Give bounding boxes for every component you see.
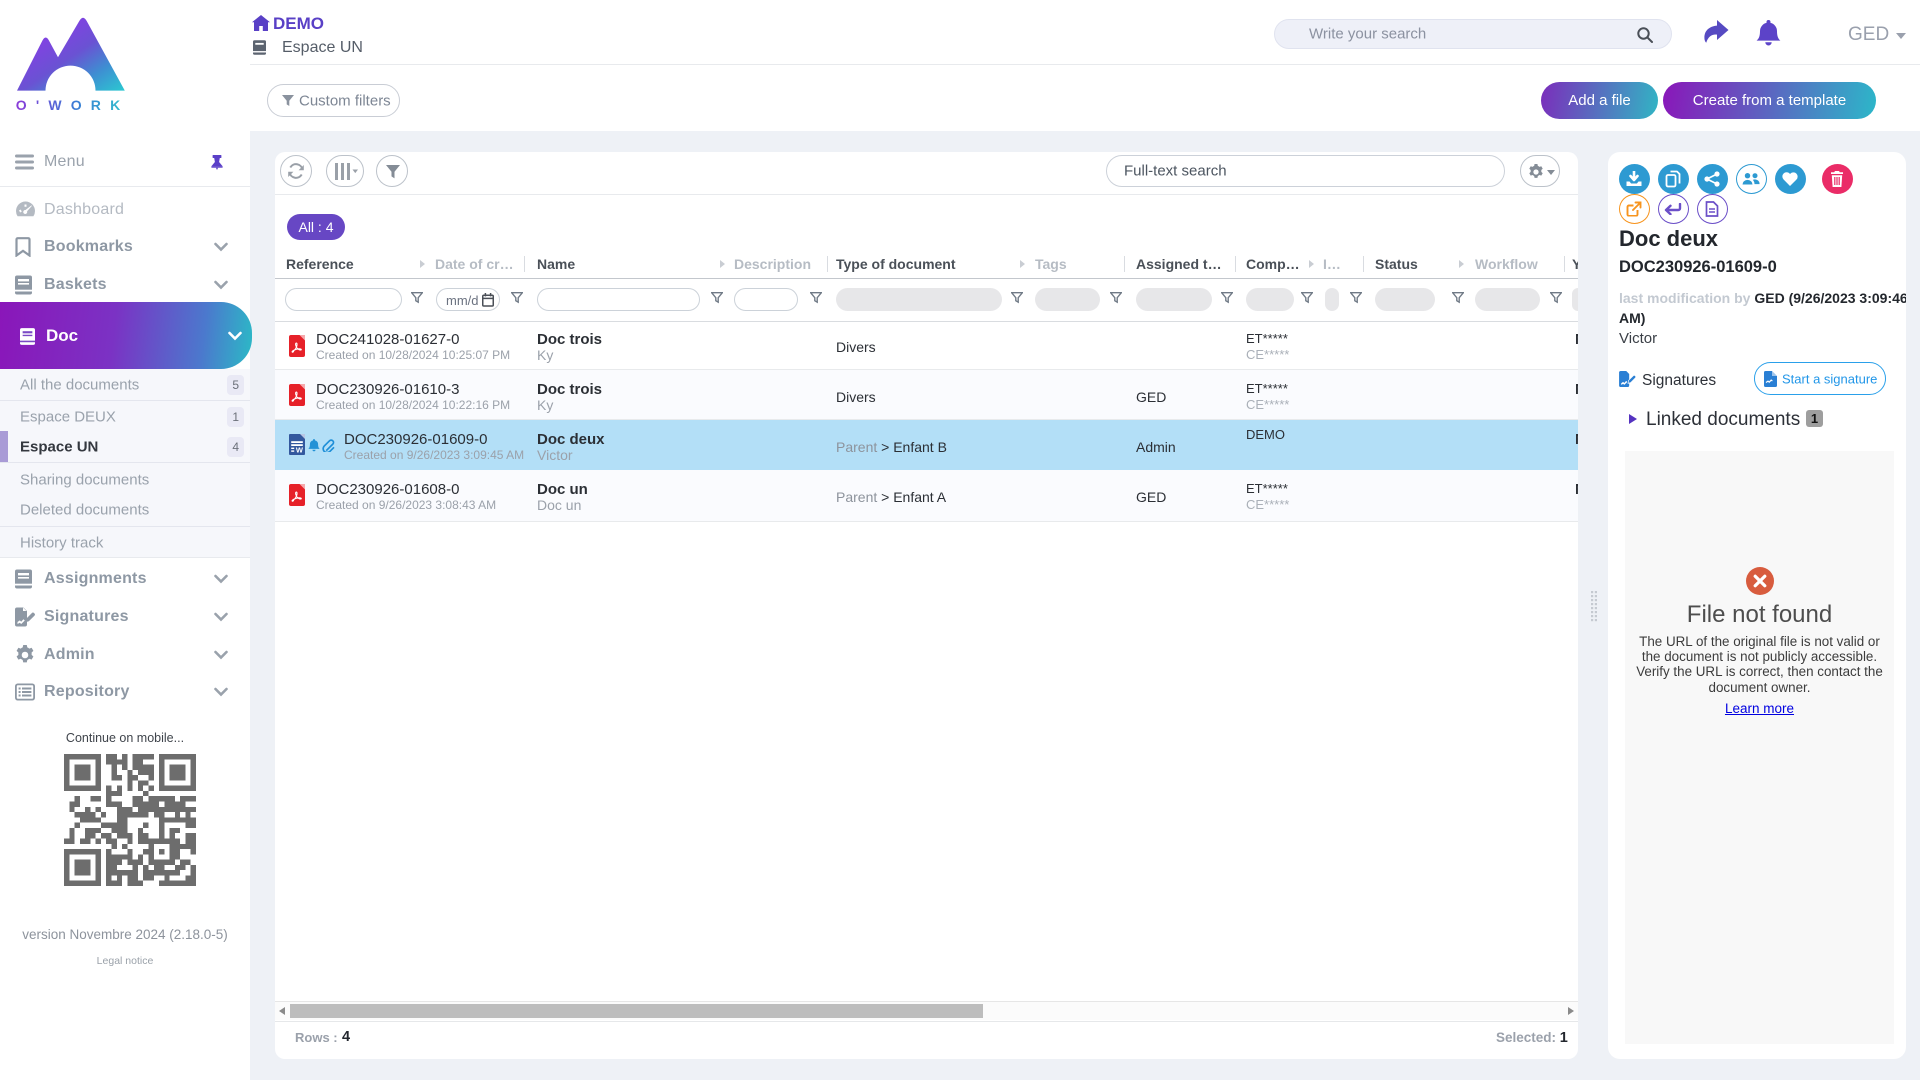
svg-text:W: W	[296, 446, 304, 455]
